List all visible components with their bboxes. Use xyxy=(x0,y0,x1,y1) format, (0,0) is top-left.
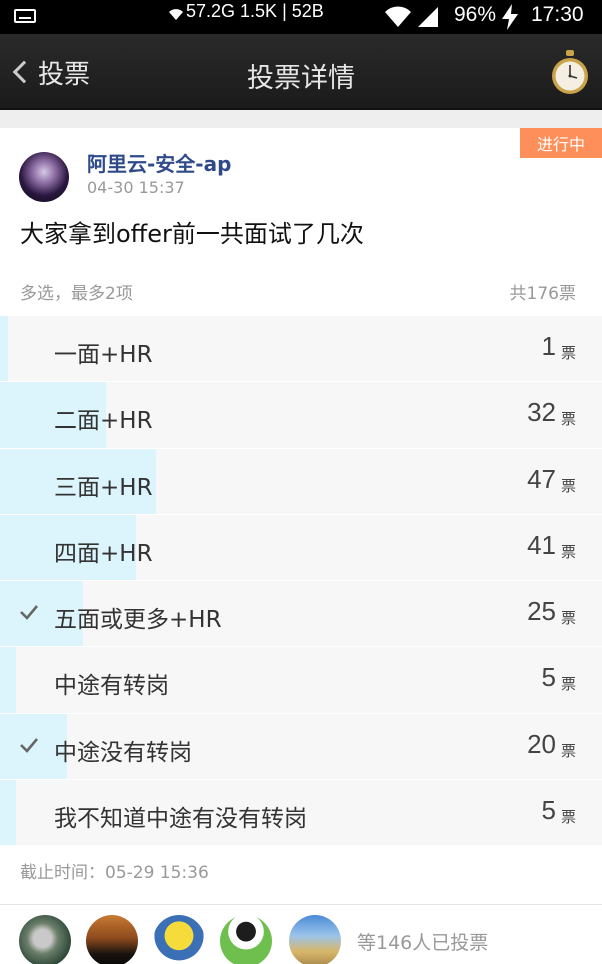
vote-count: 5 xyxy=(541,662,556,693)
vote-count: 25 xyxy=(527,596,556,627)
vote-unit: 票 xyxy=(560,609,576,628)
voter-avatar[interactable] xyxy=(19,915,71,964)
vote-count: 41 xyxy=(527,529,556,560)
voters-count[interactable]: 等146人已投票 xyxy=(357,928,488,955)
vote-unit: 票 xyxy=(560,344,576,362)
vote-unit: 票 xyxy=(560,410,576,429)
poll-rule: 多选，最多2项 xyxy=(20,284,133,304)
poll-option[interactable]: 三面+HR 47 票 xyxy=(0,448,602,515)
poll-options: 一面+HR 1 票 二面+HR 32 票 三面+HR 47 票 四面+HR 41… xyxy=(0,316,602,847)
poll-question: 大家拿到offer前一共面试了几次 xyxy=(20,220,364,248)
poll-option[interactable]: 我不知道中途有没有转岗 5 票 xyxy=(0,780,602,847)
nav-bar: 投票 投票详情 xyxy=(0,34,602,110)
option-label: 三面+HR xyxy=(54,474,153,501)
poll-option[interactable]: 五面或更多+HR 25 票 xyxy=(0,581,602,648)
vote-count: 5 xyxy=(541,795,556,826)
voter-avatar[interactable] xyxy=(289,915,341,964)
page-title: 投票详情 xyxy=(247,63,355,94)
option-label: 五面或更多+HR xyxy=(54,607,222,634)
poll-option[interactable]: 一面+HR 1 票 xyxy=(0,316,602,383)
poll-option[interactable]: 中途有转岗 5 票 xyxy=(0,647,602,714)
vote-bar xyxy=(0,647,16,713)
battery-level: 96% xyxy=(454,3,497,26)
vote-unit: 票 xyxy=(560,741,576,760)
vote-unit: 票 xyxy=(560,808,576,827)
option-label: 一面+HR xyxy=(54,342,153,368)
option-label: 中途有转岗 xyxy=(54,673,169,700)
author-avatar[interactable] xyxy=(19,152,69,202)
network-speed: 57.2G 1.5K | 52B xyxy=(186,1,324,21)
wifi-signal-icon xyxy=(385,6,411,28)
option-label: 我不知道中途有没有转岗 xyxy=(54,806,307,833)
vote-bar xyxy=(0,780,16,846)
keyboard-icon xyxy=(14,9,36,23)
poll-option[interactable]: 中途没有转岗 20 票 xyxy=(0,713,602,781)
vote-count: 20 xyxy=(527,728,556,759)
wifi-icon xyxy=(168,6,184,25)
voter-avatar[interactable] xyxy=(86,915,138,964)
vote-unit: 票 xyxy=(560,675,576,694)
signal-icon xyxy=(418,7,438,27)
status-time: 17:30 xyxy=(531,3,584,26)
post-time: 04-30 15:37 xyxy=(87,178,185,197)
option-label: 四面+HR xyxy=(54,540,153,567)
divider xyxy=(0,904,602,905)
vote-count: 32 xyxy=(527,397,556,428)
vote-count: 1 xyxy=(541,331,556,361)
vote-bar xyxy=(0,316,8,382)
vote-count: 47 xyxy=(527,463,556,494)
poll-option[interactable]: 四面+HR 41 票 xyxy=(0,514,602,582)
total-votes: 共176票 xyxy=(509,284,576,304)
status-badge: 进行中 xyxy=(516,128,602,158)
status-bar: 57.2G 1.5K | 52B 96% 17:30 xyxy=(0,0,602,34)
charging-icon xyxy=(501,4,519,35)
stopwatch-icon[interactable] xyxy=(549,48,591,96)
check-icon xyxy=(20,605,38,621)
vote-unit: 票 xyxy=(560,542,576,561)
section-gap xyxy=(0,110,602,128)
author-name[interactable]: 阿里云-安全-ap xyxy=(87,148,231,177)
vote-unit: 票 xyxy=(560,476,576,495)
option-label: 二面+HR xyxy=(54,408,153,435)
option-label: 中途没有转岗 xyxy=(54,739,192,766)
deadline: 截止时间：05-29 15:36 xyxy=(20,863,209,883)
check-icon xyxy=(20,737,38,753)
voter-avatar[interactable] xyxy=(153,915,205,964)
poll-option[interactable]: 二面+HR 32 票 xyxy=(0,382,602,449)
voter-avatar[interactable] xyxy=(220,915,272,964)
